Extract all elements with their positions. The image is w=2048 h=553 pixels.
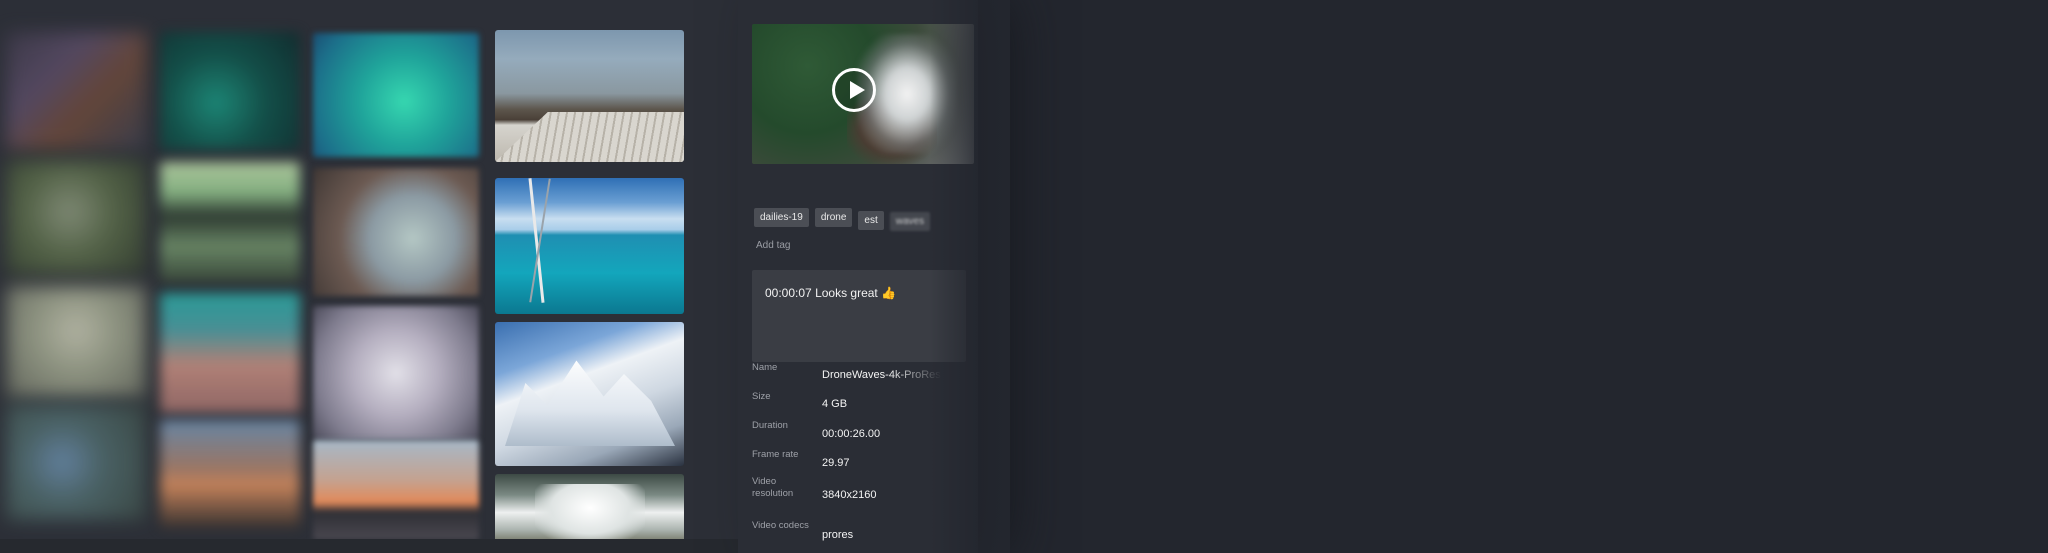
thumbnail-waterfall[interactable]: [495, 474, 684, 539]
thumbnail-7[interactable]: [313, 168, 479, 296]
thumbnail-sailboat[interactable]: [495, 178, 684, 314]
thumbnail-14[interactable]: [160, 420, 300, 528]
comment-text: Looks great 👍: [815, 286, 897, 300]
duration-value: 00:00:26.00: [822, 428, 881, 440]
waterfall-image-detail: [535, 484, 645, 539]
name-value: DroneWaves-4k-ProRes: [822, 369, 941, 381]
video-resolution-label: Video resolution: [752, 476, 794, 499]
frame-rate-label: Frame rate: [752, 449, 799, 460]
video-resolution-value: 3840x2160: [822, 489, 877, 501]
tag-chip[interactable]: est: [858, 211, 884, 230]
thumbnail-10[interactable]: [160, 293, 300, 413]
thumbnail-1[interactable]: [6, 32, 146, 150]
thumbnail-6[interactable]: [160, 162, 300, 282]
tag-chip[interactable]: waves: [889, 212, 931, 231]
thumbnail-glacier[interactable]: [495, 322, 684, 466]
tag-list: dailies-19 drone est waves: [754, 208, 984, 234]
tag-chip[interactable]: dailies-19: [754, 208, 809, 227]
thumbnail-beach[interactable]: [495, 30, 684, 162]
thumbnail-3[interactable]: [313, 33, 479, 157]
app-screen: dailies-19 drone est waves Add tag 00:00:07…: [0, 0, 2048, 553]
thumbnail-13[interactable]: [6, 404, 146, 520]
thumbnail-5[interactable]: [6, 160, 146, 275]
frame-rate-value: 29.97: [822, 457, 850, 469]
mast-image-detail: [528, 178, 545, 303]
duration-label: Duration: [752, 420, 788, 431]
play-icon: [850, 81, 865, 99]
size-label: Size: [752, 391, 771, 402]
size-value: 4 GB: [822, 398, 848, 410]
boardwalk-image-detail: [495, 111, 684, 162]
comment: 00:00:07 Looks great 👍: [765, 286, 896, 300]
thumbnail-15[interactable]: [313, 440, 479, 539]
comment-timestamp[interactable]: 00:00:07: [765, 286, 812, 300]
video-codecs-value: prores: [822, 529, 854, 541]
grid-panel-footer: [0, 539, 740, 553]
thumbnail-2[interactable]: [160, 32, 300, 150]
tag-chip[interactable]: drone: [814, 208, 853, 227]
play-button[interactable]: [832, 68, 876, 112]
thumbnail-11[interactable]: [313, 306, 479, 440]
name-label: Name: [752, 362, 778, 373]
add-tag-button[interactable]: Add tag: [756, 240, 790, 251]
media-grid: [0, 0, 738, 539]
video-codecs-label: Video codecs: [752, 520, 809, 531]
comment-box[interactable]: [752, 270, 966, 362]
thumbnail-9[interactable]: [6, 286, 146, 398]
ice-image-detail: [505, 360, 675, 446]
